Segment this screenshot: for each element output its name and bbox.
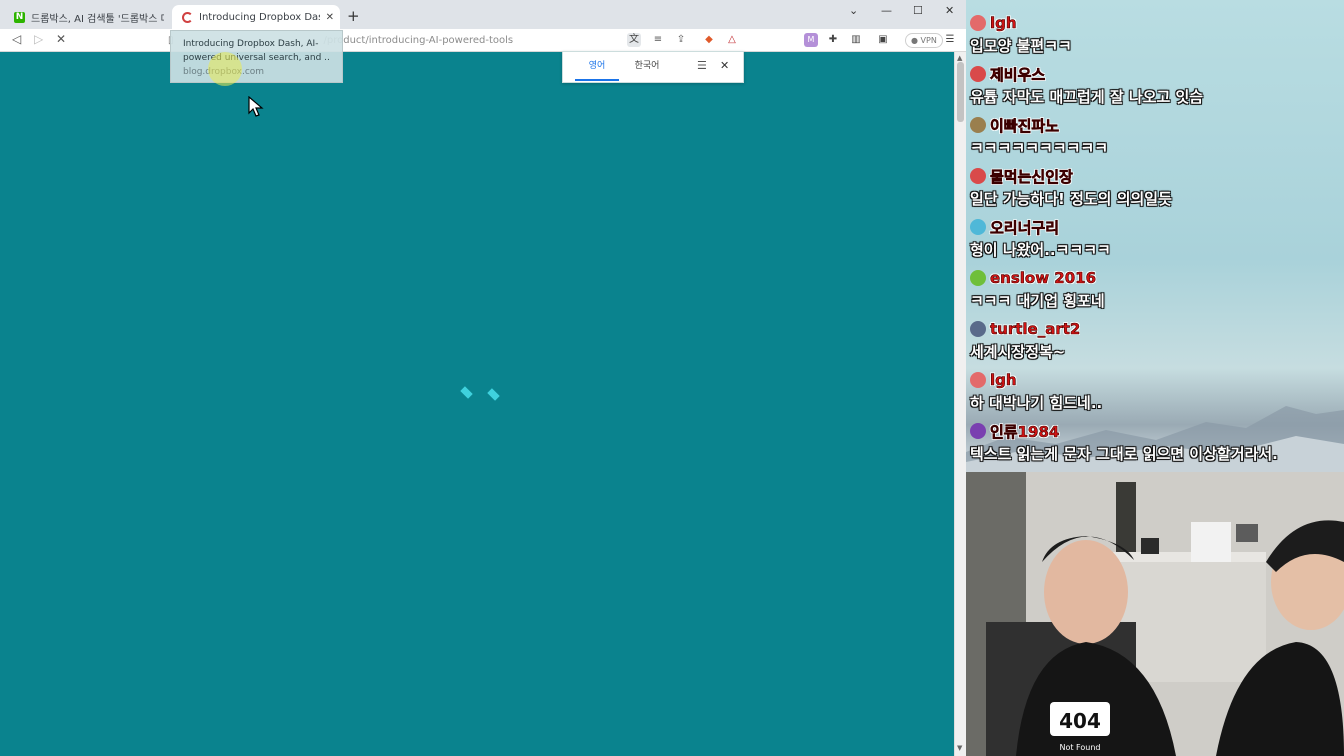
chat-nickname: 인류1984 (990, 422, 1060, 441)
stream-chat: lgh 입모양 불편ㅋㅋ 제비우스유튭 자막도 매끄럽게 잘 나오고 잇슴이빠진파노… (966, 0, 1344, 472)
toolbar: ◁ ▷ ✕ ▯ /product/introducing-AI-powered-… (0, 29, 966, 52)
vpn-label: VPN (920, 36, 937, 45)
translate-popup: 영어 한국어 ☰ ✕ (562, 51, 744, 83)
vpn-button[interactable]: ● VPN (905, 33, 943, 48)
avatar-icon (970, 321, 986, 337)
loading-spinner-icon (182, 11, 193, 23)
tab-title: Introducing Dropbox Dash, AI-po (199, 11, 320, 23)
translate-icon[interactable]: 文 (627, 33, 641, 47)
loading-dot (460, 386, 473, 399)
chat-text: 세계시장정복~ (970, 343, 1066, 361)
tab-list-icon[interactable]: ⌄ (849, 4, 858, 17)
chat-message: 물먹는신인장일단 가능하다! 정도의 의의일듯 (970, 165, 1342, 211)
chat-nick-row: turtle_art2 (970, 318, 1342, 340)
avatar-icon (970, 117, 986, 133)
brave-rewards-icon[interactable]: △ (725, 33, 739, 47)
translate-close-icon[interactable]: ✕ (720, 59, 729, 72)
chat-text: 하 대박나기 힘드네.. (970, 394, 1103, 412)
tooltip-domain: blog.dropbox.com (183, 65, 330, 79)
naver-icon: N (14, 11, 25, 23)
menu-icon[interactable]: ☰ (943, 33, 957, 47)
chat-text: 형이 나왔어..ㅋㅋㅋㅋ (970, 241, 1111, 259)
chat-nick-row: lgh (970, 12, 1342, 34)
stop-loading-icon[interactable]: ✕ (56, 32, 66, 46)
minimize-button[interactable]: — (881, 4, 892, 17)
chat-nickname: turtle_art2 (990, 320, 1081, 339)
sidebar-icon[interactable]: ▥ (849, 33, 863, 47)
loading-dot (487, 388, 500, 401)
chat-message: enslow 2016 ㅋㅋㅋ 대기업 횡포네 (970, 267, 1342, 313)
scroll-thumb[interactable] (957, 62, 964, 122)
maximize-button[interactable]: ☐ (913, 4, 923, 17)
chat-message: 오리너구리형이 나왔어..ㅋㅋㅋㅋ (970, 216, 1342, 262)
avatar-icon (970, 219, 986, 235)
avatar-icon (970, 270, 986, 286)
tab-naver-news[interactable]: N 드롭박스, AI 검색툴 '드롭박스 대시' (4, 5, 170, 29)
new-tab-button[interactable]: + (347, 7, 360, 25)
chat-text: ㅋㅋㅋㅋㅋㅋㅋㅋㅋㅋ (970, 139, 1109, 157)
webcam-scene: 404 Not Found (966, 472, 1344, 756)
extensions-puzzle-icon[interactable]: ✚ (826, 33, 840, 47)
chat-text: 유튭 자막도 매끄럽게 잘 나오고 잇슴 (970, 88, 1204, 106)
avatar-icon (970, 168, 986, 184)
mouse-cursor-icon (248, 96, 264, 117)
chat-nickname: lgh (990, 14, 1017, 33)
chat-nick-row: 인류1984 (970, 420, 1342, 442)
cursor-highlight (208, 52, 242, 86)
close-tab-icon[interactable]: ✕ (326, 12, 334, 23)
avatar-icon (970, 423, 986, 439)
scroll-down-icon[interactable]: ▼ (957, 744, 962, 752)
chat-nickname: lgh (990, 371, 1017, 390)
wallet-icon[interactable]: ▣ (876, 33, 890, 47)
chat-nickname: enslow 2016 (990, 269, 1097, 288)
forward-icon[interactable]: ▷ (34, 32, 43, 46)
chat-text: 일단 가능하다! 정도의 의의일듯 (970, 190, 1172, 208)
translate-options-icon[interactable]: ☰ (697, 59, 707, 72)
tab-dropbox-dash[interactable]: Introducing Dropbox Dash, AI-po ✕ (172, 5, 340, 29)
chat-message: 이빠진파노 ㅋㅋㅋㅋㅋㅋㅋㅋㅋㅋ (970, 114, 1342, 160)
tab-bar: N 드롭박스, AI 검색툴 '드롭박스 대시' Introducing Dro… (0, 0, 966, 29)
chat-nick-row: 물먹는신인장 (970, 165, 1342, 187)
tooltip-title-line2: powered universal search, and ... (183, 53, 330, 63)
share-icon[interactable]: ⇪ (674, 33, 688, 47)
chat-message: lgh 입모양 불편ㅋㅋ (970, 12, 1342, 58)
url-text: /product/introducing-AI-powered-tools (323, 35, 514, 46)
close-window-button[interactable]: ✕ (945, 4, 954, 17)
chat-nickname: 오리너구리 (990, 218, 1060, 237)
brave-shields-icon[interactable]: ◆ (702, 33, 716, 47)
chat-message: 제비우스유튭 자막도 매끄럽게 잘 나오고 잇슴 (970, 63, 1342, 109)
chat-nickname: 이빠진파노 (990, 116, 1060, 135)
avatar-icon (970, 372, 986, 388)
browser-window: N 드롭박스, AI 검색툴 '드롭박스 대시' Introducing Dro… (0, 0, 966, 756)
tooltip-title-line1: Introducing Dropbox Dash, AI- (183, 39, 319, 49)
chat-nick-row: 이빠진파노 (970, 114, 1342, 136)
reader-mode-icon[interactable]: ≡ (651, 33, 665, 47)
chat-message: turtle_art2 세계시장정복~ (970, 318, 1342, 364)
avatar-icon (970, 15, 986, 31)
shirt-text: 404 (1059, 709, 1101, 733)
avatar-icon (970, 66, 986, 82)
chat-nick-row: 오리너구리 (970, 216, 1342, 238)
scroll-up-icon[interactable]: ▲ (957, 54, 962, 62)
chat-message: lgh 하 대박나기 힘드네.. (970, 369, 1342, 415)
shirt-subtext: Not Found (1060, 743, 1101, 752)
link-tooltip: Introducing Dropbox Dash, AI- powered un… (170, 30, 343, 83)
translate-source-tab[interactable]: 영어 (575, 52, 619, 81)
chat-nickname: 제비우스 (990, 65, 1046, 84)
page-content (0, 52, 954, 756)
chat-message: 인류1984 텍스트 읽는게 문자 그대로 읽으면 이상할거라서. (970, 420, 1342, 466)
chat-nick-row: 제비우스 (970, 63, 1342, 85)
webcam-feed: 404 Not Found (966, 472, 1344, 756)
chat-text: 입모양 불편ㅋㅋ (970, 37, 1072, 55)
extension-m-icon[interactable]: M (804, 33, 818, 47)
back-icon[interactable]: ◁ (12, 32, 21, 46)
chat-nickname: 물먹는신인장 (990, 167, 1073, 186)
chat-nick-row: enslow 2016 (970, 267, 1342, 289)
chat-text: ㅋㅋㅋ 대기업 횡포네 (970, 292, 1105, 310)
scrollbar[interactable]: ▲ ▼ (954, 52, 966, 756)
tab-title: 드롭박스, AI 검색툴 '드롭박스 대시' (31, 13, 164, 25)
translate-target-tab[interactable]: 한국어 (625, 52, 669, 81)
chat-text: 텍스트 읽는게 문자 그대로 읽으면 이상할거라서. (970, 445, 1278, 463)
chat-nick-row: lgh (970, 369, 1342, 391)
